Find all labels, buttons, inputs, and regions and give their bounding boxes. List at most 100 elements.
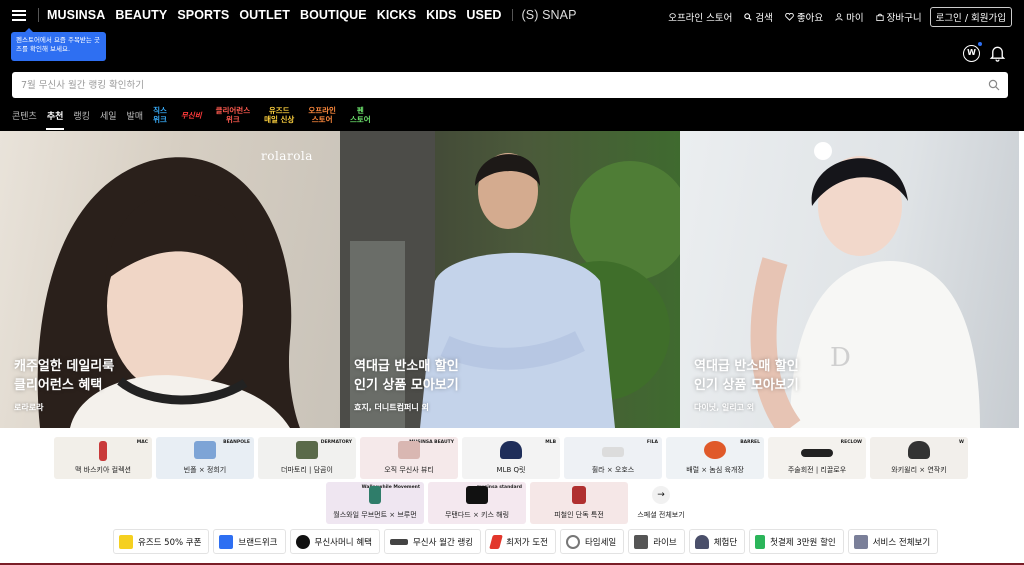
product-thumbnail bbox=[572, 486, 586, 504]
brand-logo: BEANPOLE bbox=[223, 440, 250, 445]
nav-boutique[interactable]: BOUTIQUE bbox=[300, 8, 367, 22]
brand-logo: W bbox=[959, 440, 964, 445]
chip-label: 타임세일 bbox=[584, 537, 617, 548]
nav-beauty[interactable]: BEAUTY bbox=[115, 8, 167, 22]
menu-icon[interactable] bbox=[12, 9, 26, 21]
tab-line: 위크 bbox=[225, 115, 240, 124]
hero-banner-3[interactable]: D 역대급 반소매 할인 인기 상품 모아보기 다이닛, 일리고 외 bbox=[680, 131, 1019, 428]
chip-musinsa-money[interactable]: 무신사머니 혜택 bbox=[289, 529, 380, 554]
chip-time-sale[interactable]: 타임세일 bbox=[559, 529, 625, 554]
product-thumbnail bbox=[99, 441, 107, 461]
login-button[interactable]: 로그인 / 회원가입 bbox=[929, 7, 1012, 27]
hero-banner-1[interactable]: rolarola 캐주얼한 데일리룩 클리어런스 혜택 로라로라 bbox=[0, 131, 340, 428]
active-tab-indicator bbox=[46, 128, 64, 130]
search-input[interactable] bbox=[12, 72, 972, 98]
brand-logo: MAC bbox=[136, 440, 148, 445]
notification-dot bbox=[978, 42, 982, 46]
search-icon[interactable] bbox=[988, 79, 1000, 91]
nav-snap[interactable]: (S) SNAP bbox=[522, 8, 577, 22]
like-link[interactable]: 좋아요 bbox=[785, 10, 823, 24]
cap-icon bbox=[694, 534, 709, 549]
tab-line: 스토어 bbox=[311, 115, 333, 124]
collab-card[interactable]: DERMATORY 더마토리 | 담곰이 bbox=[258, 437, 356, 479]
tab-offline-store[interactable]: 오프라인 스토어 bbox=[308, 106, 336, 124]
tab-musinbi[interactable]: 무신비 bbox=[181, 111, 202, 120]
svg-text:D: D bbox=[830, 343, 851, 373]
heart-icon bbox=[785, 13, 794, 21]
collab-card[interactable]: RECLOW 주술회전 | 리끌로우 bbox=[768, 437, 866, 479]
chip-label: 브랜드위크 bbox=[238, 537, 278, 548]
special-view-all[interactable]: → 스페셜 전체보기 bbox=[612, 482, 710, 524]
tab-release[interactable]: 발매 bbox=[127, 109, 144, 122]
chip-used-coupon[interactable]: 유즈드 50% 쿠폰 bbox=[113, 529, 210, 554]
bell-icon[interactable] bbox=[989, 44, 1006, 62]
brand-nav: MUSINSA BEAUTY SPORTS OUTLET BOUTIQUE KI… bbox=[47, 8, 587, 22]
collab-label: 휠라 × 오호스 bbox=[591, 466, 635, 474]
chip-experience-group[interactable]: 체험단 bbox=[688, 529, 746, 554]
collab-card[interactable]: MAC 맥 바스키아 컬렉션 bbox=[54, 437, 152, 479]
collab-card[interactable]: FILA 휠라 × 오호스 bbox=[564, 437, 662, 479]
nav-used[interactable]: USED bbox=[466, 8, 501, 22]
product-thumbnail bbox=[466, 486, 488, 504]
search-bar[interactable] bbox=[12, 72, 1008, 98]
tab-line: 위크 bbox=[153, 115, 167, 124]
product-thumbnail bbox=[801, 449, 833, 457]
chip-live[interactable]: 라이브 bbox=[628, 529, 685, 554]
collab-label: 무탠다드 × 키스 해링 bbox=[444, 511, 510, 519]
product-thumbnail bbox=[908, 441, 930, 459]
collab-card[interactable]: W 와키윌리 × 연작키 bbox=[870, 437, 968, 479]
collab-card[interactable]: MUSINSA BEAUTY 오직 무신사 뷰티 bbox=[360, 437, 458, 479]
collab-card[interactable]: BARREL 배럴 × 놈심 육개장 bbox=[666, 437, 764, 479]
divider bbox=[511, 9, 513, 21]
brand-logo: BARREL bbox=[740, 440, 760, 445]
tab-jicks-week[interactable]: 직스 위크 bbox=[153, 106, 167, 124]
collab-label: 맥 바스키아 컬렉션 bbox=[75, 466, 131, 474]
chip-lowest-price[interactable]: 최저가 도전 bbox=[485, 529, 556, 554]
promo-tooltip[interactable]: 펜스토어에서 요즘 주목받는 굿즈를 확인해 보세요. bbox=[11, 28, 106, 61]
nav-outlet[interactable]: OUTLET bbox=[239, 8, 290, 22]
tab-ranking[interactable]: 랭킹 bbox=[73, 109, 90, 122]
hero-subtitle: 로라로라 bbox=[14, 403, 44, 412]
offline-store-label: 오프라인 스토어 bbox=[668, 13, 733, 24]
collab-label: 와키윌리 × 연작키 bbox=[891, 466, 947, 474]
nav-musinsa[interactable]: MUSINSA bbox=[47, 8, 105, 22]
nav-kicks[interactable]: KICKS bbox=[377, 8, 416, 22]
tab-line: 유즈드 bbox=[268, 106, 290, 115]
tab-used-daily[interactable]: 유즈드 매일 신상 bbox=[264, 106, 294, 124]
tab-sale[interactable]: 세일 bbox=[100, 109, 117, 122]
musinsa-money-icon[interactable]: W bbox=[963, 45, 980, 62]
tab-line: 무신비 bbox=[180, 110, 202, 120]
tab-clearance-week[interactable]: 클리어런스 위크 bbox=[216, 106, 251, 124]
collab-label: 배럴 × 놈심 육개장 bbox=[686, 466, 744, 474]
product-thumbnail bbox=[194, 441, 216, 459]
collab-card[interactable]: MLB MLB Q릿 bbox=[462, 437, 560, 479]
chip-first-payment[interactable]: 첫결제 3만원 할인 bbox=[749, 529, 844, 554]
collab-card[interactable]: BEANPOLE 빈폴 × 정희기 bbox=[156, 437, 254, 479]
like-label: 좋아요 bbox=[796, 13, 824, 24]
chip-brand-week[interactable]: 브랜드위크 bbox=[213, 529, 286, 554]
lightning-icon bbox=[489, 534, 504, 549]
my-link[interactable]: 마이 bbox=[835, 10, 864, 24]
tab-contents[interactable]: 콘텐츠 bbox=[12, 109, 37, 122]
brand-logo: RECLOW bbox=[840, 440, 862, 445]
chip-monthly-ranking[interactable]: 무신사 월간 랭킹 bbox=[383, 529, 482, 554]
cart-link[interactable]: 장바구니 bbox=[876, 10, 922, 24]
tab-recommend[interactable]: 추천 bbox=[47, 109, 64, 122]
tab-line: 직스 bbox=[153, 106, 167, 115]
search-icon bbox=[744, 13, 752, 21]
nav-kids[interactable]: KIDS bbox=[426, 8, 456, 22]
tab-fan-store[interactable]: 펜 스토어 bbox=[350, 106, 371, 124]
collab-card[interactable]: Wallsewhile Movement 월스와일 무브먼트 × 브루먼 bbox=[326, 482, 424, 524]
live-icon bbox=[634, 534, 649, 549]
chip-all-services[interactable]: 서비스 전체보기 bbox=[847, 529, 939, 554]
offline-store-link[interactable]: 오프라인 스토어 bbox=[668, 10, 732, 24]
search-link[interactable]: 검색 bbox=[744, 10, 773, 24]
chip-label: 무신사 월간 랭킹 bbox=[412, 537, 474, 548]
hero-banner-2[interactable]: 역대급 반소매 할인 인기 상품 모아보기 효지, 더니트컴퍼니 외 bbox=[340, 131, 680, 428]
product-thumbnail bbox=[398, 441, 420, 459]
collab-card[interactable]: musinsa standard 무탠다드 × 키스 해링 bbox=[428, 482, 526, 524]
chip-label: 체험단 bbox=[713, 537, 738, 548]
nav-sports[interactable]: SPORTS bbox=[177, 8, 229, 22]
hero-subtitle: 다이닛, 일리고 외 bbox=[694, 403, 755, 412]
product-thumbnail bbox=[369, 486, 381, 504]
